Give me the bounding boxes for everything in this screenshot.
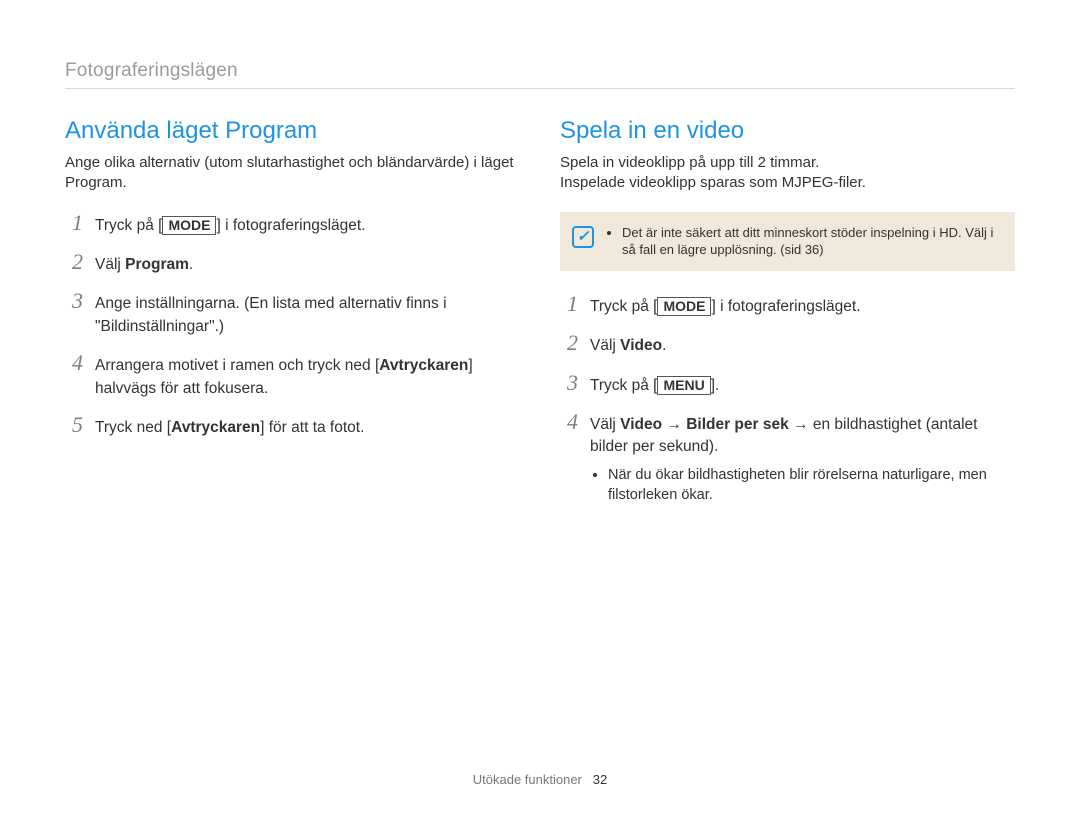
step-item: 4 Arrangera motivet i ramen och tryck ne… [65,352,520,400]
step-text: Ange inställningarna. (En lista med alte… [95,293,520,338]
step-item: 1 Tryck på [MODE] i fotograferingsläget. [65,212,520,237]
step-text: Arrangera motivet i ramen och tryck ned … [95,355,520,400]
step-text: Välj Video → Bilder per sek → en bildhas… [590,414,1015,506]
step-item: 1 Tryck på [MODE] i fotograferingsläget. [560,293,1015,318]
manual-page: Fotograferingslägen Använda läget Progra… [0,0,1080,815]
footer-label: Utökade funktioner [473,772,582,787]
step-item: 3 Tryck på [MENU]. [560,372,1015,397]
sub-bullet-item: När du ökar bildhastigheten blir rörelse… [608,465,1015,506]
step-item: 2 Välj Video. [560,332,1015,357]
step-item: 4 Välj Video → Bilder per sek → en bildh… [560,411,1015,506]
note-box: ✓ Det är inte säkert att ditt minneskort… [560,212,1015,271]
step-item: 2 Välj Program. [65,251,520,276]
step-text: Tryck på [MODE] i fotograferingsläget. [95,215,366,237]
step-item: 3 Ange inställningarna. (En lista med al… [65,290,520,338]
page-number: 32 [593,772,607,787]
step-number: 4 [560,411,578,433]
note-icon: ✓ [572,226,594,248]
breadcrumb: Fotograferingslägen [65,60,1015,89]
step-item: 5 Tryck ned [Avtryckaren] för att ta fot… [65,414,520,439]
step-number: 5 [65,414,83,436]
section-title-video: Spela in en video [560,117,1015,145]
steps-list-left: 1 Tryck på [MODE] i fotograferingsläget.… [65,212,520,440]
step-text: Tryck på [MENU]. [590,375,719,397]
step-text: Tryck ned [Avtryckaren] för att ta fotot… [95,417,364,439]
step-number: 3 [65,290,83,312]
steps-list-right: 1 Tryck på [MODE] i fotograferingsläget.… [560,293,1015,506]
step-number: 1 [560,293,578,315]
step-number: 2 [560,332,578,354]
right-column: Spela in en video Spela in videoklipp på… [560,117,1015,506]
key-menu: MENU [657,376,710,396]
left-column: Använda läget Program Ange olika alterna… [65,117,520,506]
intro-text: Ange olika alternativ (utom slutarhastig… [65,153,520,194]
step-number: 4 [65,352,83,374]
intro-text: Spela in videoklipp på upp till 2 timmar… [560,153,1015,194]
page-footer: Utökade funktioner 32 [0,772,1080,787]
section-title-program: Använda läget Program [65,117,520,145]
step-text: Välj Video. [590,335,666,357]
step-text: Tryck på [MODE] i fotograferingsläget. [590,296,861,318]
step-number: 2 [65,251,83,273]
step-number: 3 [560,372,578,394]
step-number: 1 [65,212,83,234]
key-mode: MODE [162,216,216,236]
sub-bullets: När du ökar bildhastigheten blir rörelse… [590,465,1015,506]
key-mode: MODE [657,297,711,317]
note-text: Det är inte säkert att ditt minneskort s… [606,224,999,259]
content-columns: Använda läget Program Ange olika alterna… [65,117,1015,506]
step-text: Välj Program. [95,254,193,276]
